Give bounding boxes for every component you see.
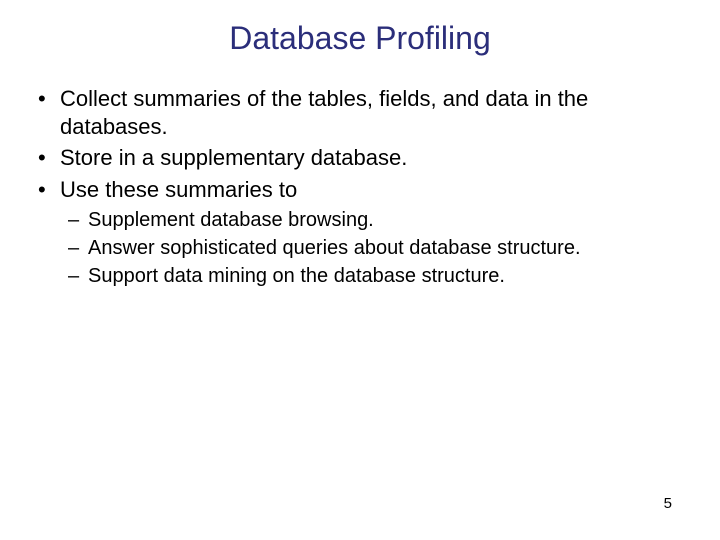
slide-title: Database Profiling (30, 20, 690, 57)
main-bullet-list: Collect summaries of the tables, fields,… (30, 85, 690, 203)
sub-bullet-item: Support data mining on the database stru… (68, 263, 690, 289)
sub-bullet-item: Supplement database browsing. (68, 207, 690, 233)
bullet-item: Collect summaries of the tables, fields,… (38, 85, 690, 140)
sub-bullet-list: Supplement database browsing. Answer sop… (30, 207, 690, 289)
bullet-item: Use these summaries to (38, 176, 690, 204)
sub-bullet-item: Answer sophisticated queries about datab… (68, 235, 690, 261)
bullet-item: Store in a supplementary database. (38, 144, 690, 172)
slide-container: Database Profiling Collect summaries of … (0, 0, 720, 540)
page-number: 5 (664, 495, 672, 512)
